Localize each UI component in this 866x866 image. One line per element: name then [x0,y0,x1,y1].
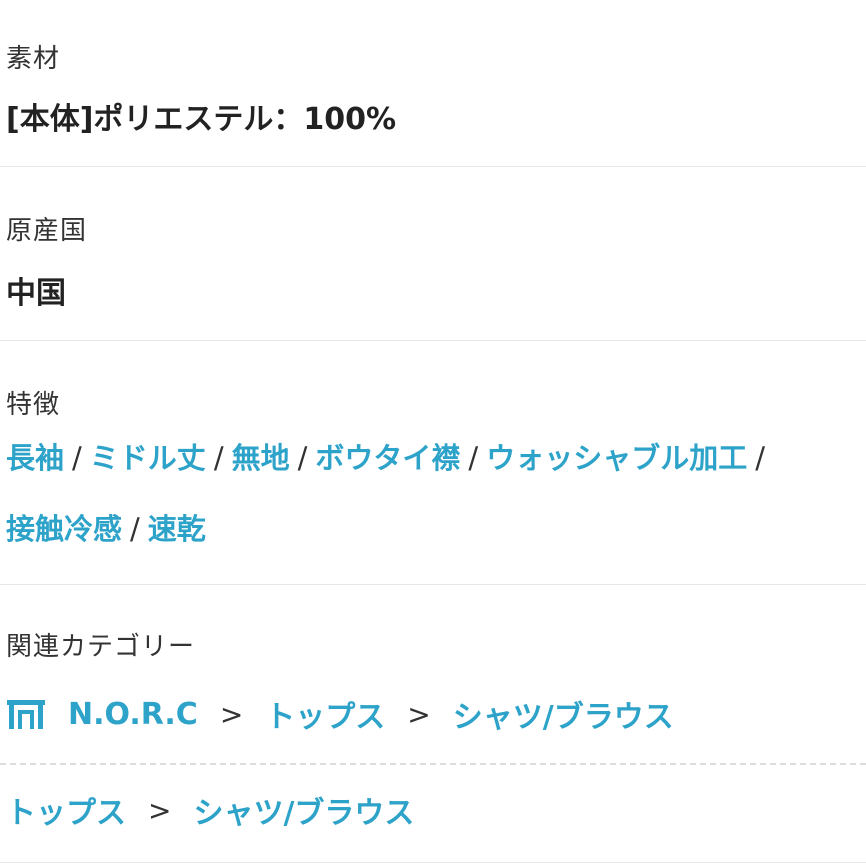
material-label: 素材 [6,44,61,74]
breadcrumb-link-shirts-blouses[interactable]: シャツ/ブラウス [453,692,674,736]
tag-separator: / [297,441,308,475]
material-value: [本体]ポリエステル：100% [6,102,397,137]
feature-tag-plain[interactable]: 無地 [232,441,290,475]
feature-tag-long-sleeve[interactable]: 長袖 [6,441,64,475]
divider [0,862,866,863]
breadcrumb-separator: > [219,697,244,731]
related-categories-label: 関連カテゴリー [6,632,196,662]
divider [0,584,866,585]
origin-label: 原産国 [6,216,88,246]
tag-separator: / [72,441,82,475]
feature-tag-quick-dry[interactable]: 速乾 [148,512,206,546]
breadcrumb-general: トップス > シャツ/ブラウス [6,788,414,832]
breadcrumb-link-shirts-blouses[interactable]: シャツ/ブラウス [193,788,414,832]
shop-icon [6,698,46,730]
tag-separator: / [755,441,765,475]
breadcrumb-brand: N.O.R.C > トップス > シャツ/ブラウス [6,692,674,736]
breadcrumb-separator: > [407,697,431,731]
origin-value: 中国 [6,276,66,311]
tag-separator: / [213,441,224,475]
breadcrumb-link-tops[interactable]: トップス [6,788,126,832]
feature-tag-bow-tie-collar[interactable]: ボウタイ襟 [315,441,460,475]
breadcrumb-separator: > [148,793,172,827]
features-label: 特徴 [6,390,61,420]
dashed-divider [0,763,866,765]
breadcrumb-link-tops[interactable]: トップス [265,692,385,736]
tag-separator: / [130,512,140,546]
features-tags-line-2: 接触冷感 / 速乾 [6,515,206,544]
breadcrumb-link-brand[interactable]: N.O.R.C [68,697,198,732]
divider [0,166,866,167]
product-details-page: 素材 [本体]ポリエステル：100% 原産国 中国 特徴 長袖 / ミドル丈 / 無地 /… [0,0,866,866]
feature-tag-midi-length[interactable]: ミドル丈 [90,441,206,475]
divider [0,340,866,341]
features-tags-line-1: 長袖 / ミドル丈 / 無地 / ボウタイ襟 / ウォッシャブル加工 / [6,444,773,473]
feature-tag-washable[interactable]: ウォッシャブル加工 [486,441,747,475]
tag-separator: / [468,441,479,475]
feature-tag-cool-touch[interactable]: 接触冷感 [6,512,122,546]
